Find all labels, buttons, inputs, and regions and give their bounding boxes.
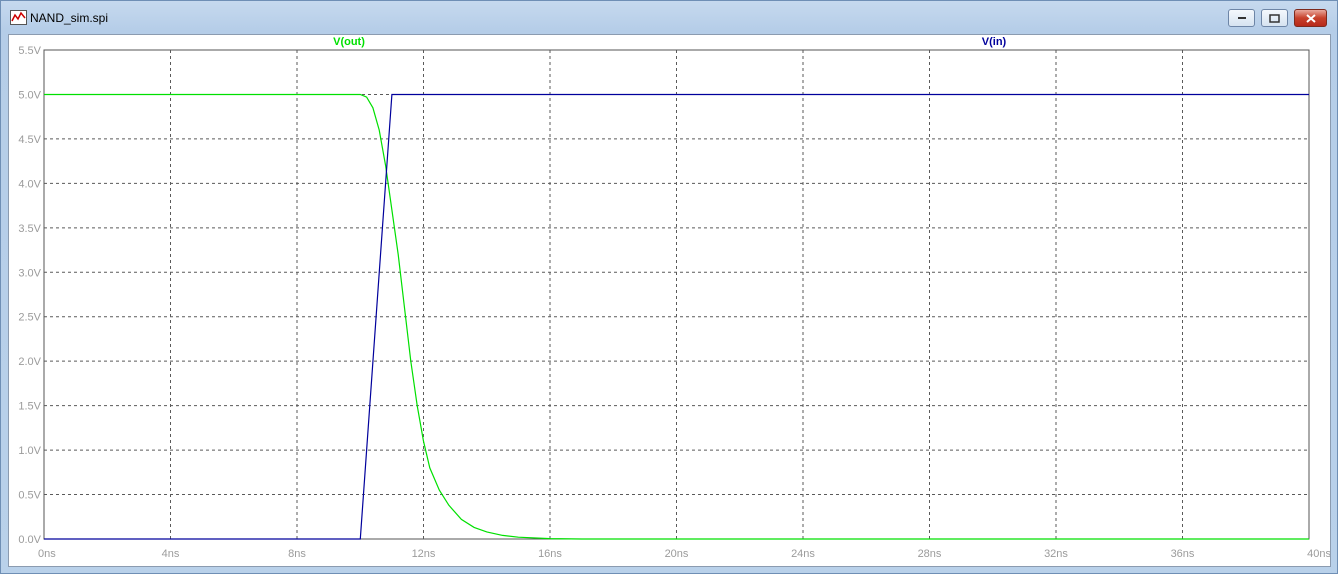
- waveform-window: NAND_sim.spi 0.0V 0.5V 1.0V 1.5V 2.0V 2.5V 3.0…: [0, 0, 1338, 574]
- y-tick-label: 0.0V: [18, 534, 41, 546]
- y-tick-label: 5.5V: [18, 45, 41, 57]
- trace-label-vin[interactable]: V(in): [982, 36, 1007, 48]
- plot-pane[interactable]: 0.0V 0.5V 1.0V 1.5V 2.0V 2.5V 3.0V 3.5V 4.0V 4.5V…: [8, 34, 1331, 567]
- waveform-plot[interactable]: 0.0V 0.5V 1.0V 1.5V 2.0V 2.5V 3.0V 3.5V 4.0V 4.5V…: [9, 35, 1330, 566]
- x-tick-label: 12ns: [412, 548, 436, 560]
- x-tick-label: 16ns: [538, 548, 562, 560]
- close-icon: [1295, 10, 1326, 26]
- title-bar[interactable]: NAND_sim.spi: [1, 1, 1337, 34]
- waveform-icon: [10, 10, 27, 25]
- close-button[interactable]: [1294, 9, 1327, 27]
- y-tick-label: 0.5V: [18, 490, 41, 502]
- y-tick-label: 1.0V: [18, 445, 41, 457]
- x-tick-label: 32ns: [1044, 548, 1068, 560]
- y-tick-label: 3.0V: [18, 267, 41, 279]
- x-tick-label: 28ns: [918, 548, 942, 560]
- y-tick-label: 5.0V: [18, 89, 41, 101]
- x-tick-label: 4ns: [162, 548, 180, 560]
- y-tick-label: 2.0V: [18, 356, 41, 368]
- minimize-icon: [1229, 10, 1254, 26]
- x-tick-label: 36ns: [1171, 548, 1195, 560]
- minimize-button[interactable]: [1228, 9, 1255, 27]
- trace-label-vout[interactable]: V(out): [333, 36, 365, 48]
- y-tick-label: 1.5V: [18, 401, 41, 413]
- x-tick-label: 40ns: [1307, 548, 1330, 560]
- y-tick-label: 2.5V: [18, 312, 41, 324]
- maximize-icon: [1262, 10, 1287, 26]
- y-tick-label: 3.5V: [18, 223, 41, 235]
- y-tick-label: 4.0V: [18, 178, 41, 190]
- x-tick-label: 24ns: [791, 548, 815, 560]
- maximize-button[interactable]: [1261, 9, 1288, 27]
- x-tick-label: 0ns: [38, 548, 56, 560]
- y-tick-label: 4.5V: [18, 134, 41, 146]
- window-title: NAND_sim.spi: [30, 11, 109, 25]
- x-tick-label: 8ns: [288, 548, 306, 560]
- x-tick-label: 20ns: [665, 548, 689, 560]
